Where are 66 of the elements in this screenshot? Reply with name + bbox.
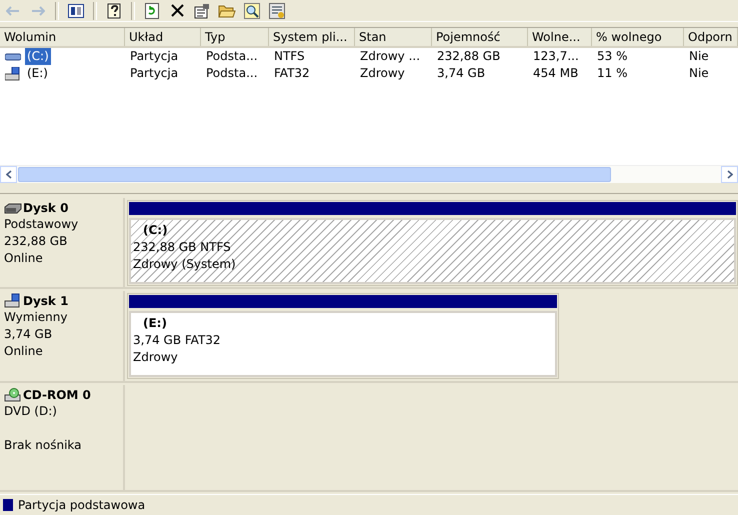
column-header[interactable]: Odporn [684,28,738,46]
column-header[interactable]: % wolnego [592,28,684,46]
disk-name: CD-ROM 0 [23,387,91,403]
column-header[interactable]: System pli... [269,28,355,46]
partition-status: Zdrowy (System) [133,256,236,273]
scroll-left-icon [6,170,12,179]
horizontal-scrollbar[interactable] [0,165,738,183]
table-cell: 123,7... [533,48,579,66]
disk-info: Online [4,343,44,360]
scroll-right-icon [726,170,732,179]
disk-info: Online [4,250,44,267]
column-header[interactable]: Układ [125,28,201,46]
properties-icon [194,2,210,19]
table-cell: Zdrowy ... [360,48,420,66]
partition-block[interactable]: (E:) 3,74 GB FAT32 Zdrowy [127,293,559,379]
table-cell: 11 % [597,65,628,82]
removable-disk-icon [4,293,22,309]
disk-info: Brak nośnika [4,437,83,454]
partition-name: (E:) [142,315,167,332]
panes-icon [68,4,84,18]
legend-label: Partycja podstawowa [18,498,146,512]
table-cell: Zdrowy [360,65,405,82]
disk-name: Dysk 1 [23,293,68,309]
disk-info: Podstawowy [4,216,80,233]
wizard-button[interactable] [266,0,288,21]
column-header[interactable]: Wolne... [528,28,592,46]
removable-drive-icon [5,66,21,81]
table-cell: FAT32 [274,65,310,82]
table-cell: Podsta... [206,48,258,66]
partition-size: 232,88 GB NTFS [133,239,231,256]
volume-name[interactable]: (E:) [25,65,50,82]
back-arrow-icon [6,6,20,16]
table-cell: Nie [689,65,709,82]
explore-button[interactable] [241,0,263,21]
table-cell: NTFS [274,48,305,66]
partition-block[interactable]: (C:) 232,88 GB NTFS Zdrowy (System) [127,200,738,286]
table-cell: Partycja [130,48,178,66]
drive-icon [5,52,21,61]
disk-name: Dysk 0 [23,200,68,216]
disk-info: DVD (D:) [4,403,58,420]
partition-name: (C:) [142,222,168,239]
refresh-icon [145,2,159,19]
disk-info: Wymienny [4,309,68,326]
magnifier-icon [244,2,260,19]
table-cell: Partycja [130,65,178,82]
table-cell: 454 MB [533,65,578,82]
table-cell: Podsta... [206,65,258,82]
partition-size: 3,74 GB FAT32 [133,332,221,349]
column-header[interactable]: Wolumin [0,28,125,46]
forward-arrow-icon [31,6,45,16]
table-cell: 3,74 GB [437,65,486,82]
disk-info: 3,74 GB [4,326,54,343]
table-cell: 232,88 GB [437,48,500,66]
wizard-icon [269,2,285,19]
folder-icon [218,3,236,18]
column-header[interactable]: Pojemność [432,28,528,46]
cd-drive-icon [4,387,22,403]
column-header[interactable]: Stan [355,28,432,46]
table-cell: Nie [689,48,709,66]
table-cell: 53 % [597,48,628,66]
volume-name[interactable]: (C:) [25,48,51,66]
disk-info: 232,88 GB [4,233,68,250]
help-icon [106,2,122,19]
delete-icon [170,4,184,18]
partition-status: Zdrowy [133,349,178,366]
column-header[interactable]: Typ [201,28,269,46]
